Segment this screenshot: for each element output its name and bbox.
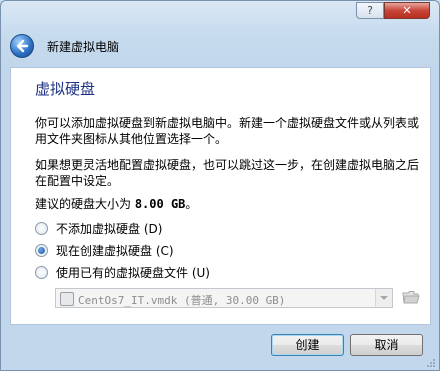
radio-button[interactable] xyxy=(35,266,48,279)
help-button[interactable]: ? xyxy=(356,2,384,19)
wizard-window: ? ✕ 新建虚拟电脑 虚拟硬盘 你可以添加虚拟硬盘到新虚拟电脑中。新建一个虚拟硬… xyxy=(0,0,440,371)
option-create-disk[interactable]: 现在创建虚拟硬盘 (C) xyxy=(35,242,174,259)
chevron-down-icon[interactable] xyxy=(375,289,392,307)
back-arrow-icon xyxy=(16,39,29,53)
radio-button[interactable] xyxy=(35,222,48,235)
back-button[interactable] xyxy=(10,34,34,58)
wizard-page: 虚拟硬盘 你可以添加虚拟硬盘到新虚拟电脑中。新建一个虚拟硬盘文件或从列表或用文件… xyxy=(10,67,431,325)
cancel-button[interactable]: 取消 xyxy=(350,334,423,356)
button-bar: 创建 取消 xyxy=(2,326,438,370)
radio-button[interactable] xyxy=(35,244,48,257)
option-label: 现在创建虚拟硬盘 (C) xyxy=(56,244,174,258)
option-existing-disk[interactable]: 使用已有的虚拟硬盘文件 (U) xyxy=(35,264,210,281)
existing-disk-value: CentOs7_IT.vmdk (普通, 30.00 GB) xyxy=(78,294,286,307)
size-prefix: 建议的硬盘大小为 xyxy=(35,197,135,211)
option-no-disk[interactable]: 不添加虚拟硬盘 (D) xyxy=(35,220,162,237)
existing-disk-select[interactable]: CentOs7_IT.vmdk (普通, 30.00 GB) xyxy=(55,288,393,308)
recommended-size-text: 建议的硬盘大小为 8.00 GB。 xyxy=(35,195,197,212)
option-label: 使用已有的虚拟硬盘文件 (U) xyxy=(56,266,210,280)
page-title: 虚拟硬盘 xyxy=(35,80,96,98)
size-suffix: 。 xyxy=(185,197,198,211)
description-text: 你可以添加虚拟硬盘到新虚拟电脑中。新建一个虚拟硬盘文件或从列表或用文件夹图标从其… xyxy=(35,116,420,146)
size-value: 8.00 GB xyxy=(134,197,186,211)
create-button[interactable]: 创建 xyxy=(271,334,344,356)
option-label: 不添加虚拟硬盘 (D) xyxy=(56,222,163,236)
wizard-title: 新建虚拟电脑 xyxy=(47,40,120,54)
choose-disk-folder-button[interactable] xyxy=(402,289,420,305)
hard-disk-icon xyxy=(60,292,74,306)
skip-hint-text: 如果想更灵活地配置虚拟硬盘，也可以跳过这一步，在创建虚拟电脑之后在配置中设定。 xyxy=(35,158,420,188)
folder-icon xyxy=(402,291,420,304)
resize-grip-icon[interactable] xyxy=(426,358,436,368)
close-button[interactable]: ✕ xyxy=(384,2,430,19)
